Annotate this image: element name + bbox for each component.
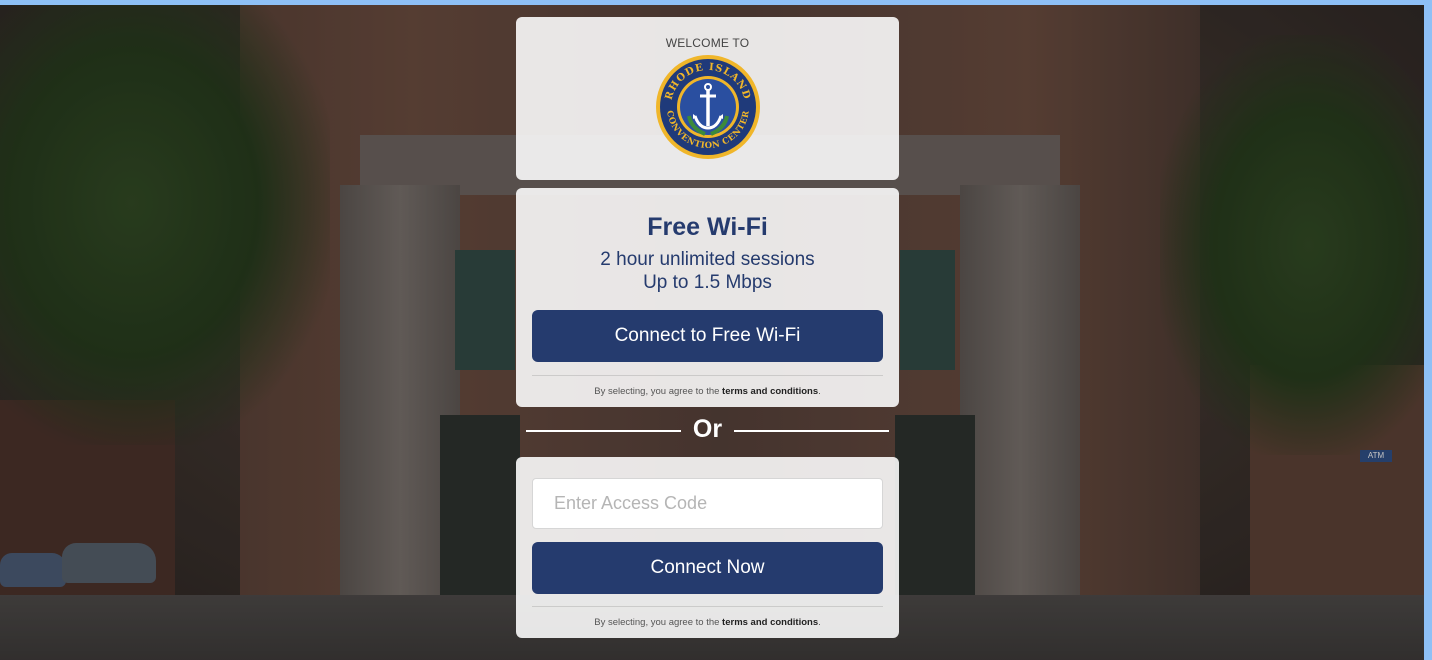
terms-notice: By selecting, you agree to the terms and… (516, 386, 899, 397)
terms-link[interactable]: terms and conditions (722, 386, 818, 397)
terms-suffix: . (818, 617, 821, 628)
connect-now-button[interactable]: Connect Now (532, 542, 883, 594)
terms-suffix: . (818, 386, 821, 397)
welcome-card: WELCOME TO RHODE ISLAND CONVENTION CENTE… (516, 17, 899, 180)
terms-link[interactable]: terms and conditions (722, 617, 818, 628)
terms-prefix: By selecting, you agree to the (594, 617, 723, 628)
free-wifi-session-info: 2 hour unlimited sessions (600, 249, 815, 270)
free-wifi-card: Free Wi-Fi 2 hour unlimited sessions Up … (516, 188, 899, 407)
convention-center-logo-icon: RHODE ISLAND CONVENTION CENTER (656, 55, 760, 159)
or-line-right (734, 430, 889, 432)
divider (532, 375, 883, 376)
access-code-card: Connect Now By selecting, you agree to t… (516, 457, 899, 638)
access-code-input[interactable] (532, 478, 883, 529)
or-divider: Or (516, 415, 899, 445)
welcome-text: WELCOME TO (665, 36, 750, 50)
free-wifi-speed-info: Up to 1.5 Mbps (643, 272, 772, 293)
connect-free-wifi-button[interactable]: Connect to Free Wi-Fi (532, 310, 883, 362)
terms-prefix: By selecting, you agree to the (594, 386, 723, 397)
free-wifi-title: Free Wi-Fi (647, 213, 768, 241)
terms-notice: By selecting, you agree to the terms and… (516, 617, 899, 628)
window-frame-right (1424, 0, 1432, 660)
divider (532, 606, 883, 607)
